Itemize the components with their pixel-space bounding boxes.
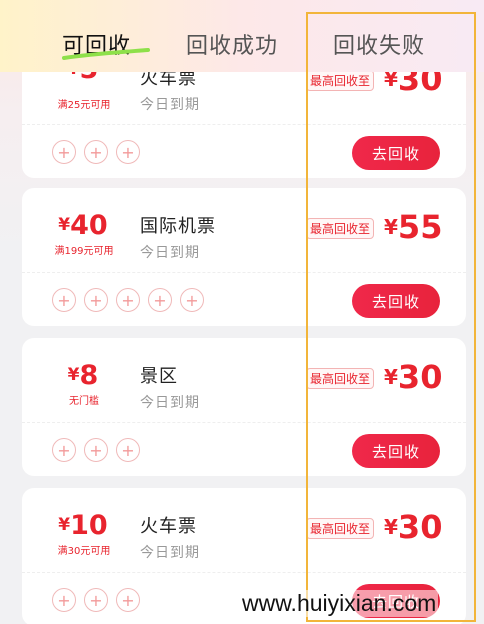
- add-row: + + + + +: [52, 288, 204, 312]
- coupon-card: ¥8 无门槛 景区 今日到期 最高回收至 ¥30 + + + 去回收: [22, 338, 466, 476]
- coupon-amount: ¥8: [67, 360, 99, 391]
- coupon-condition: 满30元可用: [57, 546, 111, 557]
- plus-icon[interactable]: +: [116, 438, 140, 462]
- plus-icon[interactable]: +: [84, 438, 108, 462]
- plus-icon[interactable]: +: [116, 588, 140, 612]
- tab-recycle-failed[interactable]: 回收失败: [333, 28, 425, 60]
- add-row: + + +: [52, 140, 140, 164]
- max-recycle-amount: ¥30: [384, 508, 443, 546]
- divider: [22, 572, 466, 573]
- coupon-expire: 今日到期: [140, 245, 200, 261]
- add-row: + + +: [52, 438, 140, 462]
- recycle-button[interactable]: 去回收: [352, 434, 440, 468]
- max-recycle-tag: 最高回收至: [306, 218, 375, 239]
- coupon-title: 火车票: [140, 516, 197, 537]
- coupon-title: 国际机票: [140, 216, 216, 237]
- max-recycle-tag: 最高回收至: [306, 518, 375, 539]
- coupon-amount: ¥40: [58, 210, 108, 241]
- tab-recycle-success[interactable]: 回收成功: [186, 28, 278, 60]
- plus-icon[interactable]: +: [84, 588, 108, 612]
- plus-icon[interactable]: +: [52, 588, 76, 612]
- plus-icon[interactable]: +: [148, 288, 172, 312]
- coupon-condition: 满199元可用: [54, 246, 114, 257]
- coupon-amount: ¥10: [58, 510, 108, 541]
- plus-icon[interactable]: +: [84, 140, 108, 164]
- divider: [22, 422, 466, 423]
- plus-icon[interactable]: +: [180, 288, 204, 312]
- max-recycle-amount: ¥30: [384, 358, 443, 396]
- coupon-condition: 满25元可用: [57, 100, 111, 111]
- recycle-button[interactable]: 去回收: [352, 284, 440, 318]
- coupon-card: ¥40 满199元可用 国际机票 今日到期 最高回收至 ¥55 + + + + + 去回…: [22, 188, 466, 326]
- max-recycle-tag: 最高回收至: [306, 368, 375, 389]
- divider: [22, 124, 466, 125]
- plus-icon[interactable]: +: [52, 288, 76, 312]
- watermark: www.huiyixian.com: [240, 590, 439, 617]
- plus-icon[interactable]: +: [84, 288, 108, 312]
- plus-icon[interactable]: +: [116, 140, 140, 164]
- plus-icon[interactable]: +: [52, 438, 76, 462]
- max-recycle-amount: ¥55: [384, 208, 443, 246]
- add-row: + + +: [52, 588, 140, 612]
- plus-icon[interactable]: +: [52, 140, 76, 164]
- max-recycle-tag: 最高回收至: [306, 70, 375, 91]
- coupon-expire: 今日到期: [140, 395, 200, 411]
- divider: [22, 272, 466, 273]
- tab-bar: 可回收 回收成功 回收失败: [0, 0, 484, 72]
- coupon-expire: 今日到期: [140, 545, 200, 561]
- coupon-expire: 今日到期: [140, 97, 200, 113]
- coupon-title: 景区: [140, 366, 178, 387]
- active-tab-underline: [62, 48, 150, 60]
- coupon-condition: 无门槛: [69, 396, 99, 407]
- plus-icon[interactable]: +: [116, 288, 140, 312]
- recycle-button[interactable]: 去回收: [352, 136, 440, 170]
